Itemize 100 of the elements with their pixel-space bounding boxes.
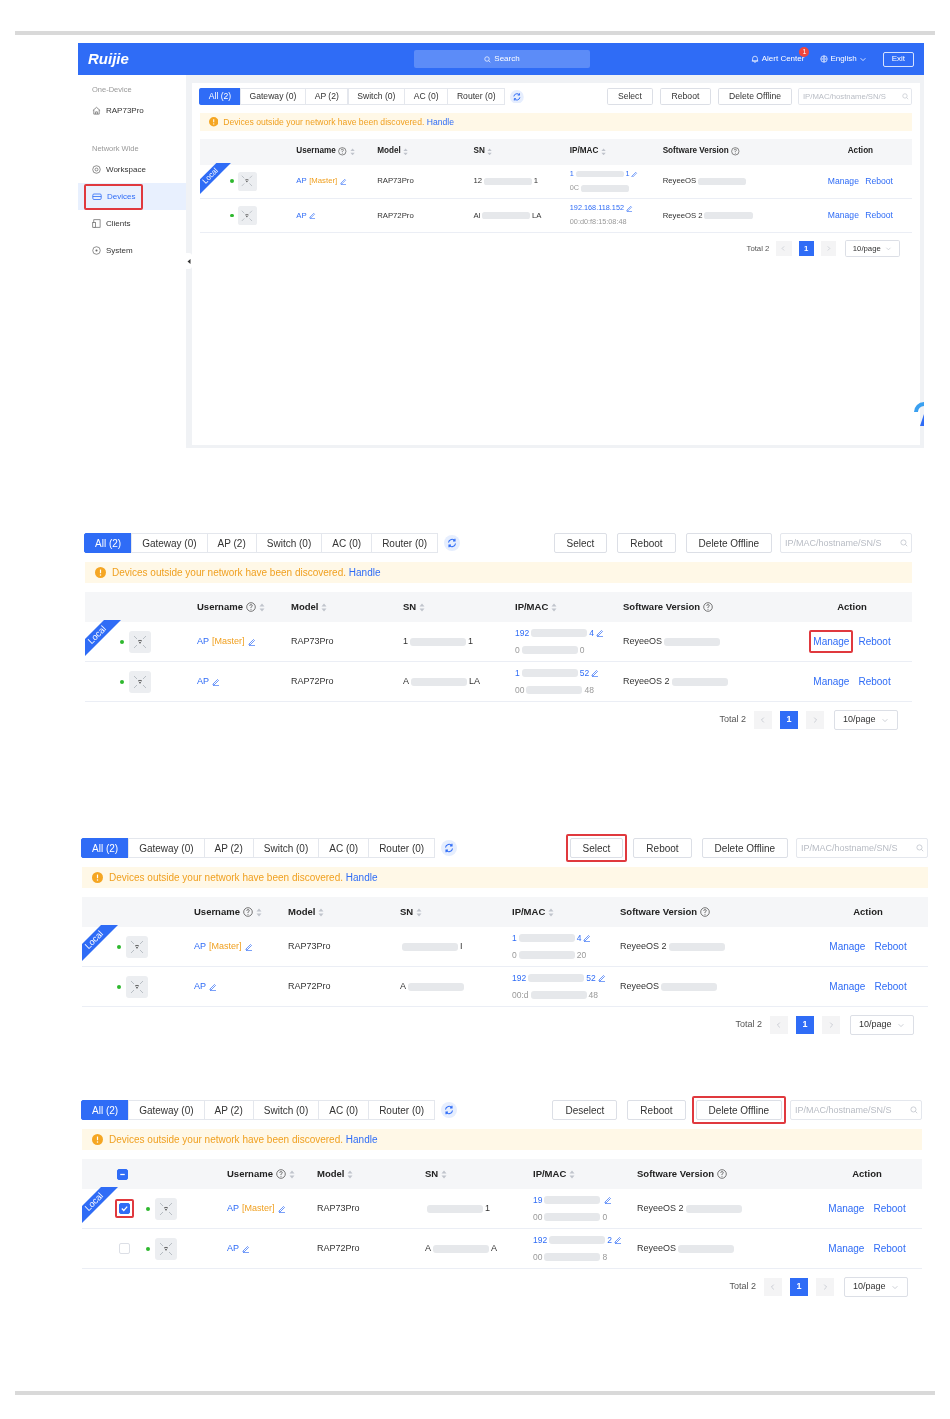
action-link[interactable]: Reboot <box>865 174 893 188</box>
action-link[interactable]: Manage <box>829 939 866 954</box>
toolbar-button[interactable]: Select <box>553 533 608 553</box>
assistant-icon[interactable] <box>912 400 924 426</box>
username-link[interactable]: AP <box>296 209 307 222</box>
toolbar-button[interactable]: Delete Offline <box>685 533 772 553</box>
checkbox[interactable] <box>119 1203 130 1214</box>
filter-tab[interactable]: Router (0) <box>368 1100 436 1120</box>
page-size-select[interactable]: 10/page <box>834 710 898 730</box>
language-select[interactable]: English <box>830 53 867 65</box>
sort-icon[interactable] <box>600 147 607 156</box>
page-size-select[interactable]: 10/page <box>850 1015 914 1035</box>
sort-icon[interactable] <box>548 907 555 917</box>
refresh-icon[interactable] <box>441 1102 458 1118</box>
edit-icon[interactable] <box>309 212 317 219</box>
edit-icon[interactable] <box>604 1196 613 1205</box>
help-icon[interactable] <box>245 602 256 612</box>
filter-tab[interactable]: AC (0) <box>321 533 373 553</box>
refresh-icon[interactable] <box>510 89 525 104</box>
filter-tab[interactable]: Gateway (0) <box>131 533 208 553</box>
refresh-icon[interactable] <box>441 840 458 856</box>
globe-icon[interactable] <box>820 55 829 63</box>
action-link[interactable]: Reboot <box>874 979 907 994</box>
username-link[interactable]: AP <box>194 979 206 994</box>
sidebar-item[interactable]: Devices <box>78 183 186 210</box>
page-button[interactable]: 1 <box>796 1016 814 1034</box>
page-size-select[interactable]: 10/page <box>844 240 900 258</box>
handle-link[interactable]: Handle <box>426 116 454 127</box>
filter-tab[interactable]: Gateway (0) <box>128 838 205 858</box>
filter-tab[interactable]: Router (0) <box>368 838 436 858</box>
edit-icon[interactable] <box>597 974 606 983</box>
sort-icon[interactable] <box>569 1169 576 1179</box>
sort-icon[interactable] <box>258 602 265 612</box>
toolbar-button[interactable]: Reboot <box>627 1100 686 1120</box>
edit-icon[interactable] <box>591 669 600 678</box>
help-icon[interactable] <box>338 147 347 156</box>
filter-tab[interactable]: AP (2) <box>203 1100 254 1120</box>
filter-tab[interactable]: All (2) <box>81 838 130 858</box>
action-link[interactable]: Reboot <box>874 939 907 954</box>
toolbar-button[interactable]: Deselect <box>552 1100 618 1120</box>
search-field[interactable]: IP/MAC/hostname/SN/S <box>798 88 912 106</box>
filter-tab[interactable]: Switch (0) <box>252 1100 320 1120</box>
search-field[interactable]: IP/MAC/hostname/SN/S <box>790 1100 922 1120</box>
toolbar-button[interactable]: Delete Offline <box>701 838 788 858</box>
toolbar-button[interactable]: Select <box>569 838 624 858</box>
search-icon[interactable] <box>901 93 909 101</box>
filter-tab[interactable]: Router (0) <box>447 88 506 106</box>
sort-icon[interactable] <box>288 1169 295 1179</box>
filter-tab[interactable]: Gateway (0) <box>128 1100 205 1120</box>
action-link[interactable]: Reboot <box>865 209 893 223</box>
handle-link[interactable]: Handle <box>348 567 381 578</box>
edit-icon[interactable] <box>247 637 256 646</box>
filter-tab[interactable]: AC (0) <box>318 1100 370 1120</box>
edit-icon[interactable] <box>631 170 639 178</box>
filter-tab[interactable]: AC (0) <box>404 88 449 106</box>
action-link[interactable]: Manage <box>827 174 859 188</box>
filter-tab[interactable]: AP (2) <box>203 838 254 858</box>
filter-tab[interactable]: Switch (0) <box>347 88 405 106</box>
previous-page-button[interactable] <box>776 241 792 257</box>
edit-icon[interactable] <box>613 1236 622 1245</box>
username-link[interactable]: AP <box>227 1201 239 1216</box>
edit-icon[interactable] <box>277 1204 286 1213</box>
search-field[interactable]: IP/MAC/hostname/SN/S <box>780 533 912 553</box>
sort-icon[interactable] <box>255 907 262 917</box>
filter-tab[interactable]: AP (2) <box>206 533 257 553</box>
search-icon[interactable] <box>916 844 924 852</box>
filter-tab[interactable]: Router (0) <box>371 533 439 553</box>
bell-icon[interactable] <box>750 55 759 63</box>
sort-icon[interactable] <box>403 147 409 156</box>
search-field[interactable]: Search <box>414 50 590 68</box>
action-link[interactable]: Manage <box>827 209 859 223</box>
filter-tab[interactable]: All (2) <box>84 533 133 553</box>
page-button[interactable]: 1 <box>790 1278 808 1296</box>
edit-icon[interactable] <box>625 204 633 212</box>
help-icon[interactable] <box>717 1169 728 1179</box>
action-link[interactable]: Manage <box>828 1241 865 1256</box>
help-icon[interactable] <box>700 907 711 917</box>
action-link[interactable]: Reboot <box>873 1201 906 1216</box>
toolbar-button[interactable]: Delete Offline <box>717 88 793 106</box>
edit-icon[interactable] <box>242 1244 250 1253</box>
edit-icon[interactable] <box>595 629 604 638</box>
username-link[interactable]: AP <box>194 939 206 954</box>
page-button[interactable]: 1 <box>798 241 814 257</box>
sort-icon[interactable] <box>347 1169 354 1179</box>
username-link[interactable]: AP <box>296 175 307 187</box>
collapse-handle[interactable] <box>185 253 192 269</box>
sort-icon[interactable] <box>487 147 493 156</box>
refresh-icon[interactable] <box>444 535 461 551</box>
edit-icon[interactable] <box>339 177 347 185</box>
sort-icon[interactable] <box>551 602 558 612</box>
action-link[interactable]: Reboot <box>873 1241 906 1256</box>
filter-tab[interactable]: All (2) <box>199 88 241 106</box>
edit-icon[interactable] <box>209 982 217 991</box>
toolbar-button[interactable]: Select <box>606 88 654 106</box>
action-link[interactable]: Manage <box>813 674 850 689</box>
search-field[interactable]: IP/MAC/hostname/SN/S <box>796 838 928 858</box>
username-link[interactable]: AP <box>197 674 209 689</box>
sort-icon[interactable] <box>321 602 328 612</box>
toolbar-button[interactable]: Reboot <box>660 88 711 106</box>
filter-tab[interactable]: AP (2) <box>305 88 349 106</box>
